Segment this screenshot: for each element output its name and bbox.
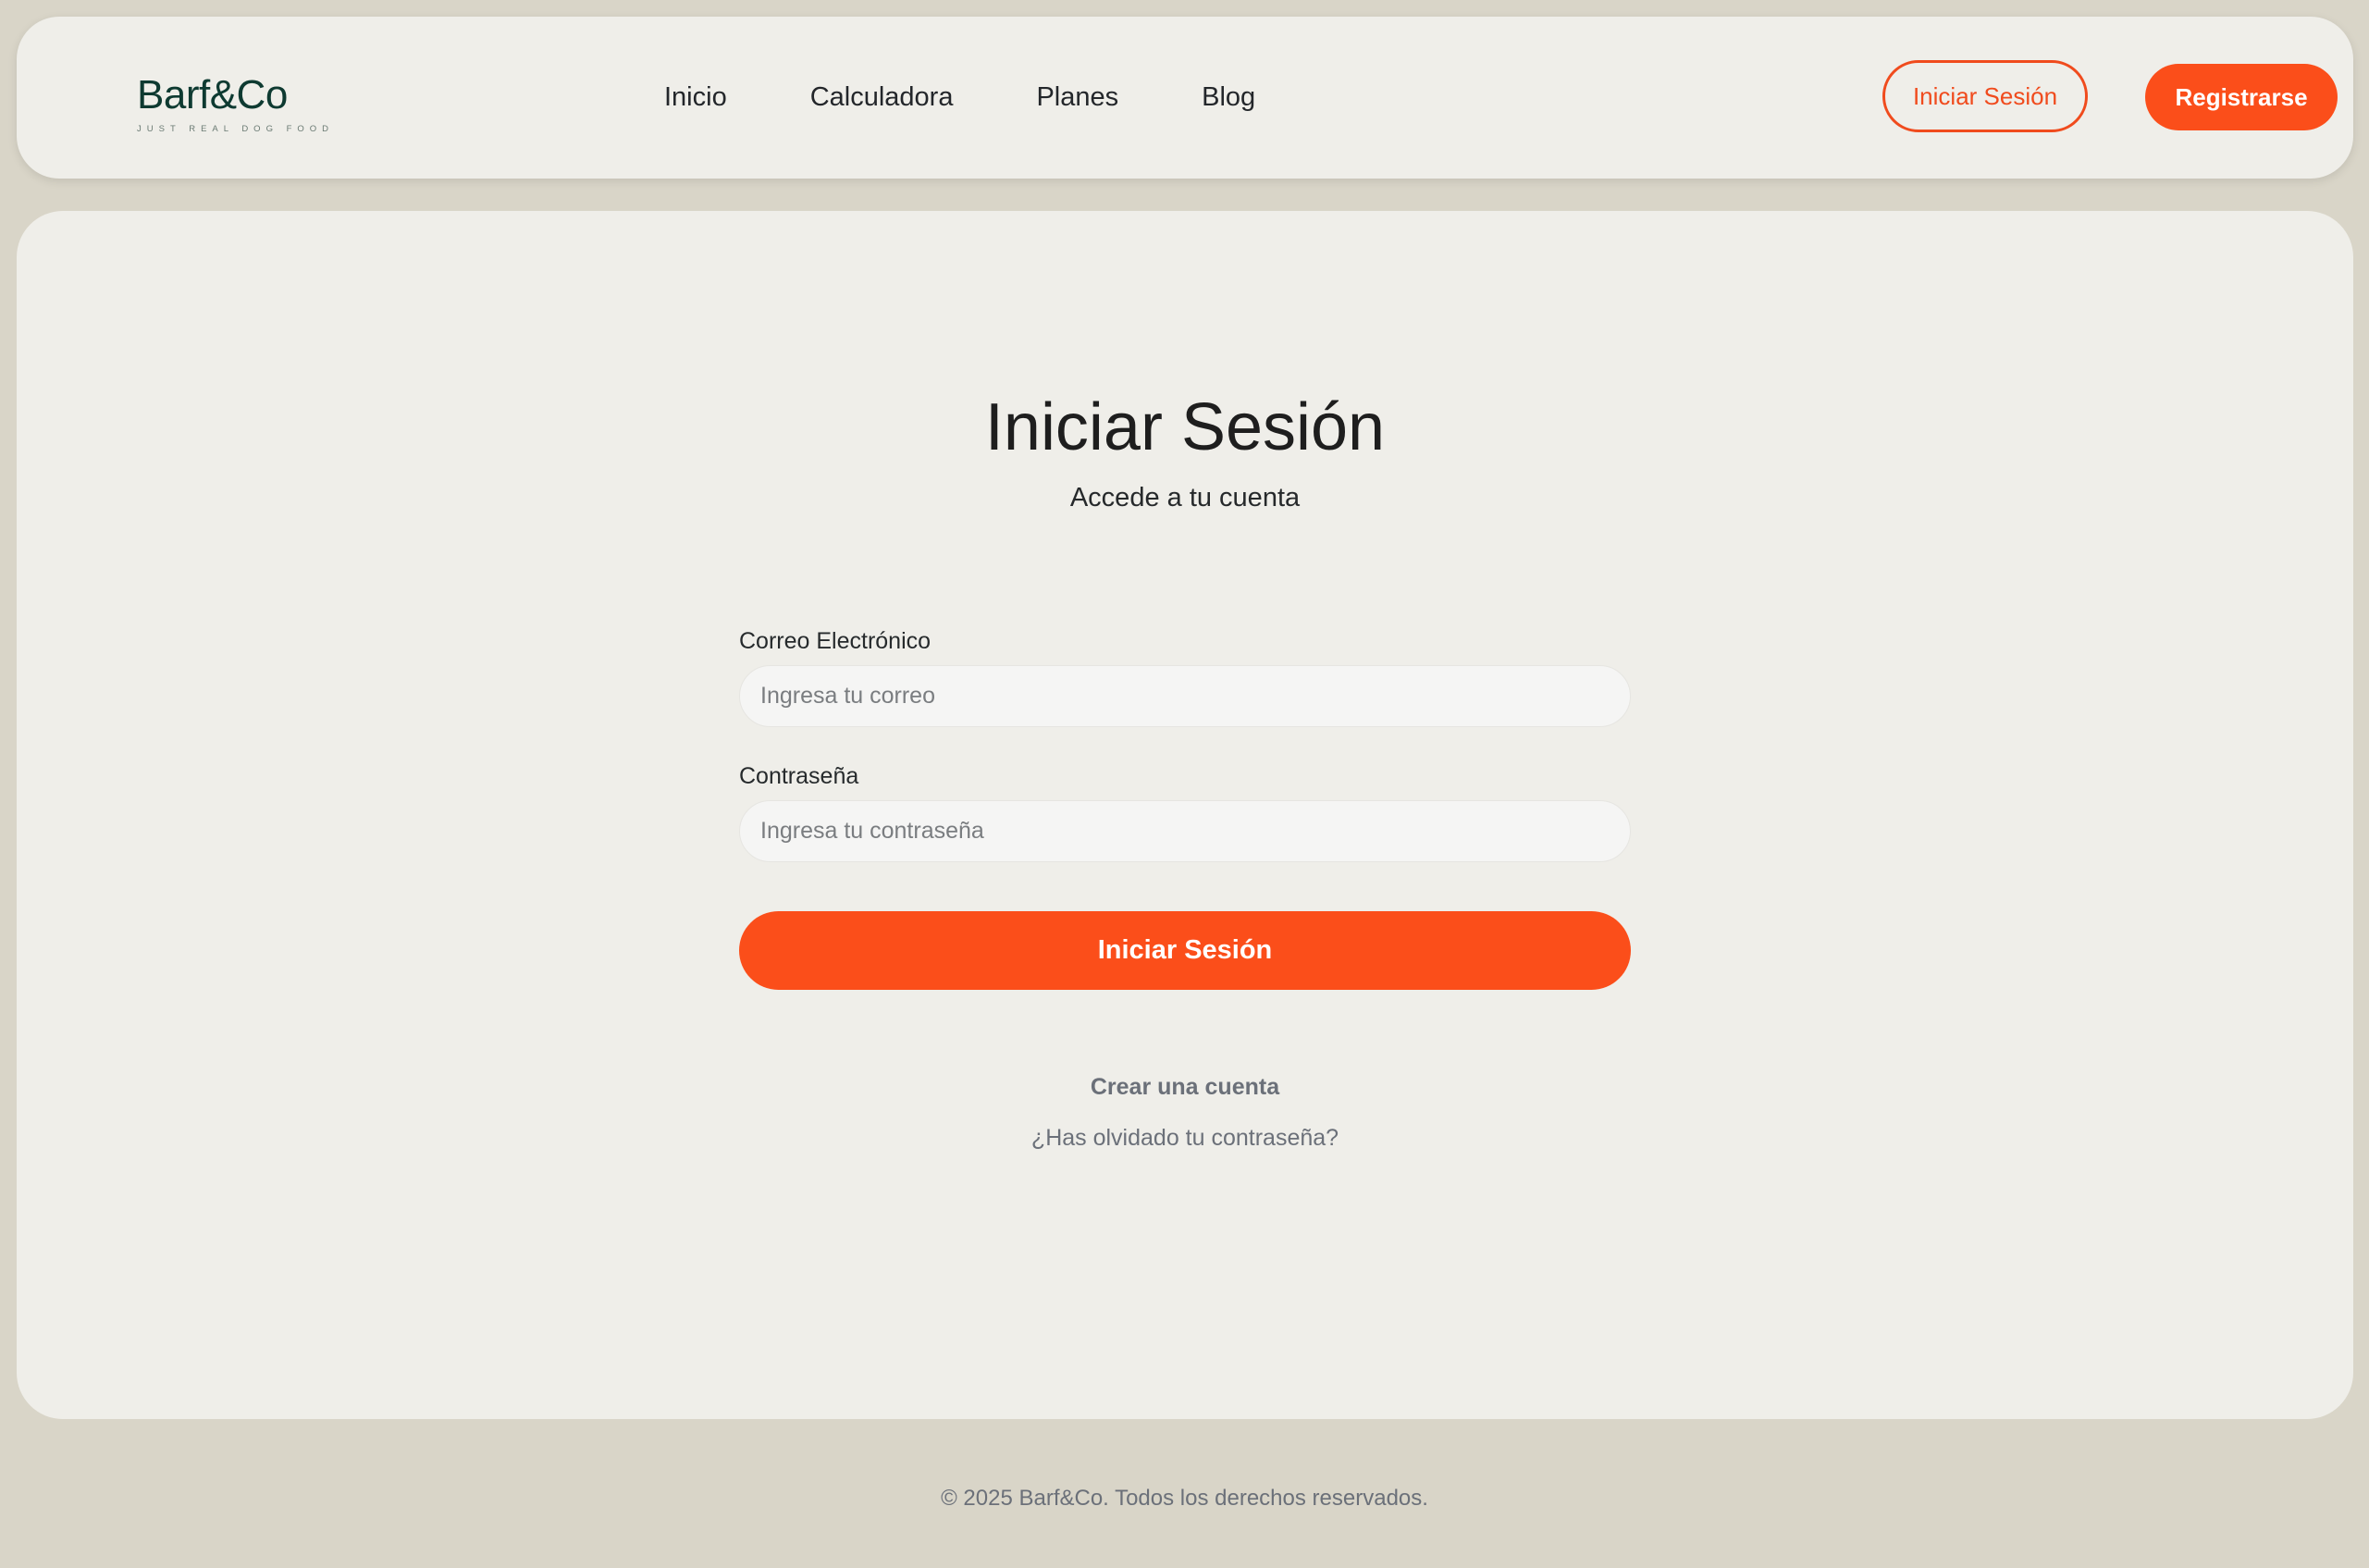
forgot-password-link[interactable]: ¿Has olvidado tu contraseña? [17, 1125, 2353, 1152]
password-input[interactable] [739, 800, 1631, 862]
top-navbar: Barf&Co JUST REAL DOG FOOD Inicio Calcul… [17, 17, 2353, 179]
email-label: Correo Electrónico [739, 628, 932, 654]
brand-name: Barf&Co [137, 72, 288, 117]
login-submit-button[interactable]: Iniciar Sesión [739, 911, 1631, 990]
header-register-button[interactable]: Registrarse [2145, 64, 2338, 130]
main-nav: Inicio Calculadora Planes Blog [664, 17, 1339, 179]
header-login-button[interactable]: Iniciar Sesión [1882, 60, 2088, 132]
email-field-group: Correo Electrónico [739, 627, 1631, 727]
nav-item-planes[interactable]: Planes [1036, 82, 1118, 113]
login-panel: Iniciar Sesión Accede a tu cuenta Correo… [17, 211, 2353, 1419]
nav-item-inicio[interactable]: Inicio [664, 82, 727, 113]
email-input[interactable] [739, 665, 1631, 727]
brand-tagline: JUST REAL DOG FOOD [137, 124, 335, 134]
password-field-group: Contraseña [739, 762, 1631, 862]
login-form: Correo Electrónico Contraseña Iniciar Se… [739, 627, 1631, 990]
page-title: Iniciar Sesión [984, 390, 1386, 464]
password-label: Contraseña [739, 763, 859, 789]
page-subtitle: Accede a tu cuenta [1069, 483, 1301, 512]
footer-copyright: © 2025 Barf&Co. Todos los derechos reser… [941, 1486, 1428, 1511]
create-account-link[interactable]: Crear una cuenta [17, 1074, 2353, 1101]
brand-logo[interactable]: Barf&Co JUST REAL DOG FOOD [137, 72, 340, 155]
nav-item-blog[interactable]: Blog [1202, 82, 1255, 113]
nav-item-calculadora[interactable]: Calculadora [810, 82, 954, 113]
